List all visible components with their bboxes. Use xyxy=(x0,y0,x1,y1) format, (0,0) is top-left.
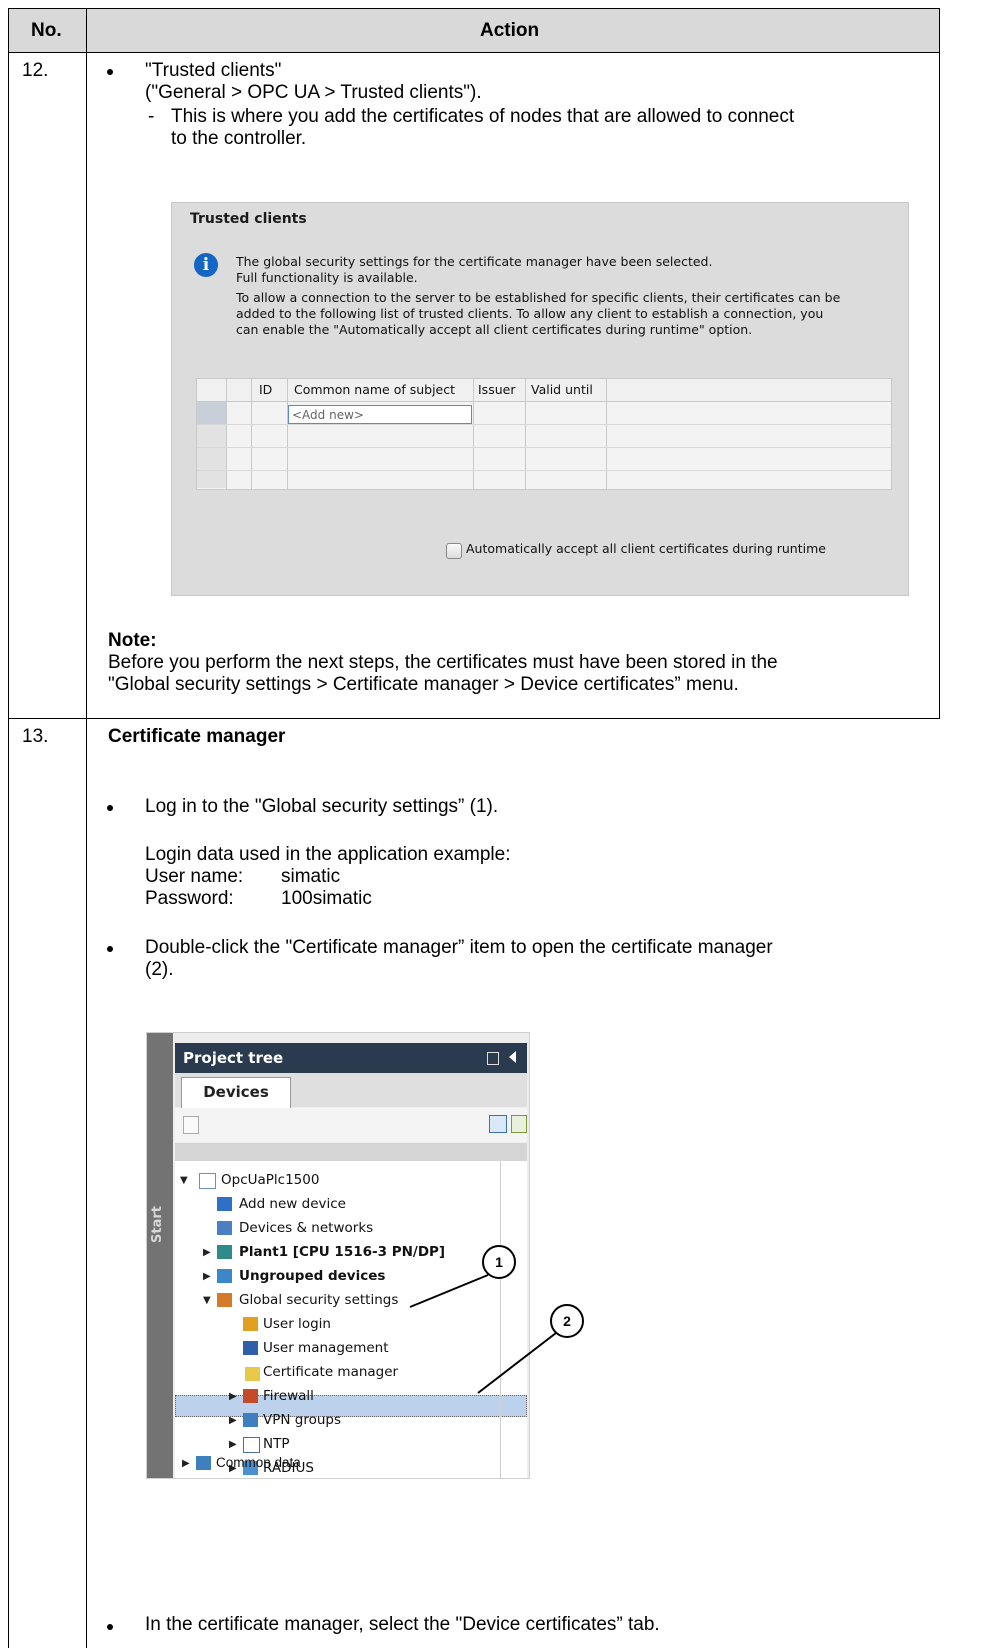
callout-1: 1 xyxy=(482,1245,516,1279)
callout-lines xyxy=(409,1274,557,1394)
bullet-dot xyxy=(107,1624,113,1630)
callout-2: 2 xyxy=(550,1304,584,1338)
step13-bullet-select-tab: In the certificate manager, select the "… xyxy=(145,1614,660,1635)
